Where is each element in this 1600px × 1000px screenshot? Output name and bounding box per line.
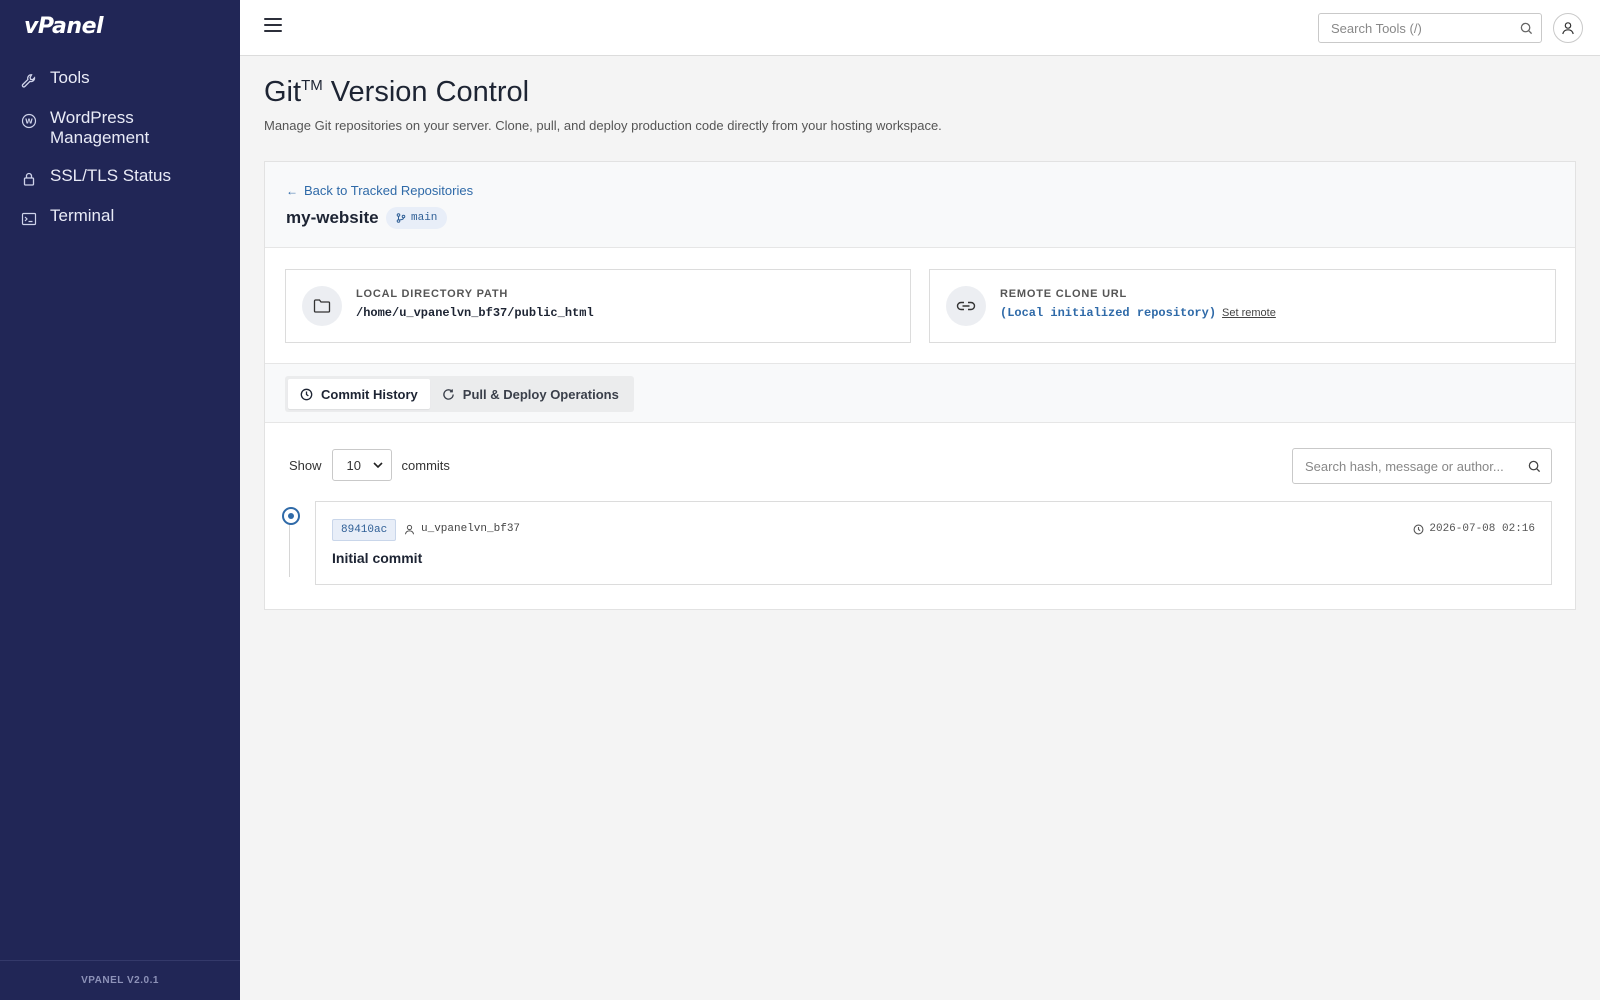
tab-list: Commit History Pull & Deploy Operations	[285, 376, 634, 412]
commit-message: Initial commit	[332, 550, 423, 566]
commit-author: u_vpanelvn_bf37	[404, 523, 520, 535]
chevron-down-icon	[372, 462, 383, 468]
folder-icon	[302, 286, 342, 326]
lock-icon	[20, 170, 38, 188]
terminal-icon	[20, 210, 38, 228]
refresh-icon	[443, 388, 454, 400]
set-remote-link[interactable]: Set remote	[1222, 307, 1276, 319]
link-icon	[946, 286, 986, 326]
page-title: GitTM Version Control	[264, 76, 530, 108]
remote-url-box: REMOTE CLONE URL (Local initialized repo…	[929, 269, 1556, 343]
remote-url-value: (Local initialized repository) Set remote	[1000, 306, 1276, 320]
page-size-select[interactable]: 10	[331, 449, 392, 481]
local-directory-box: LOCAL DIRECTORY PATH /home/u_vpanelvn_bf…	[285, 269, 911, 343]
show-label: Show	[289, 457, 322, 473]
sidebar-item-label: Tools	[50, 68, 90, 87]
repository-name: my-website	[286, 208, 379, 227]
commit-item: 89410ac u_vpanelvn_bf37 2026-07-08 02:16…	[315, 501, 1552, 585]
vpanel-logo[interactable]: vPanel	[24, 14, 104, 39]
arrow-left-icon: ←	[286, 183, 298, 198]
sidebar-item-terminal[interactable]: Terminal	[0, 200, 240, 236]
wrench-icon	[20, 72, 38, 90]
local-directory-label: LOCAL DIRECTORY PATH	[356, 288, 509, 300]
tab-commit-history[interactable]: Commit History	[288, 379, 430, 409]
page-size-control: Show 10 commits	[289, 449, 450, 481]
sidebar: vPanel Tools W WordPress Management SSL/…	[0, 0, 240, 1000]
tab-pull-deploy[interactable]: Pull & Deploy Operations	[430, 379, 631, 409]
clock-icon	[300, 388, 313, 400]
commit-search-input[interactable]	[1305, 449, 1525, 483]
user-icon	[1562, 22, 1574, 35]
sidebar-nav: Tools W WordPress Management SSL/TLS Sta…	[0, 62, 240, 240]
back-to-repositories-link[interactable]: ← Back to Tracked Repositories	[286, 183, 473, 198]
user-icon	[404, 524, 415, 534]
user-menu-button[interactable]	[1553, 13, 1583, 43]
timeline-line	[289, 517, 290, 577]
sidebar-item-label: WordPress Management	[50, 108, 150, 147]
wordpress-icon: W	[20, 112, 38, 130]
branch-badge: main	[386, 207, 448, 229]
search-icon[interactable]	[1520, 22, 1533, 35]
commits-label: commits	[401, 457, 450, 473]
tools-search	[1318, 13, 1542, 43]
sidebar-item-label: Terminal	[50, 206, 115, 225]
sidebar-item-ssl[interactable]: SSL/TLS Status	[0, 160, 240, 196]
repository-header: ← Back to Tracked Repositories my-websit…	[265, 162, 1575, 248]
menu-toggle-icon[interactable]	[264, 18, 282, 36]
branch-icon	[396, 213, 406, 223]
commit-date: 2026-07-08 02:16	[1413, 523, 1535, 535]
tools-search-input[interactable]	[1331, 14, 1517, 42]
page-description: Manage Git repositories on your server. …	[264, 118, 942, 133]
commit-hash[interactable]: 89410ac	[332, 519, 397, 541]
app-version: VPANEL V2.0.1	[0, 960, 240, 1000]
topbar	[240, 0, 1600, 56]
clock-icon	[1413, 524, 1424, 534]
sidebar-item-tools[interactable]: Tools	[0, 62, 240, 98]
search-icon[interactable]	[1528, 460, 1541, 473]
timeline-marker-icon	[282, 507, 300, 525]
remote-url-label: REMOTE CLONE URL	[1000, 288, 1128, 300]
tabs-bar: Commit History Pull & Deploy Operations	[265, 363, 1575, 423]
commit-search	[1292, 448, 1552, 484]
repository-card: ← Back to Tracked Repositories my-websit…	[264, 161, 1576, 610]
local-directory-path: /home/u_vpanelvn_bf37/public_html	[356, 306, 594, 320]
svg-text:W: W	[25, 118, 33, 126]
sidebar-item-wordpress[interactable]: W WordPress Management	[0, 102, 240, 156]
sidebar-item-label: SSL/TLS Status	[50, 166, 171, 185]
